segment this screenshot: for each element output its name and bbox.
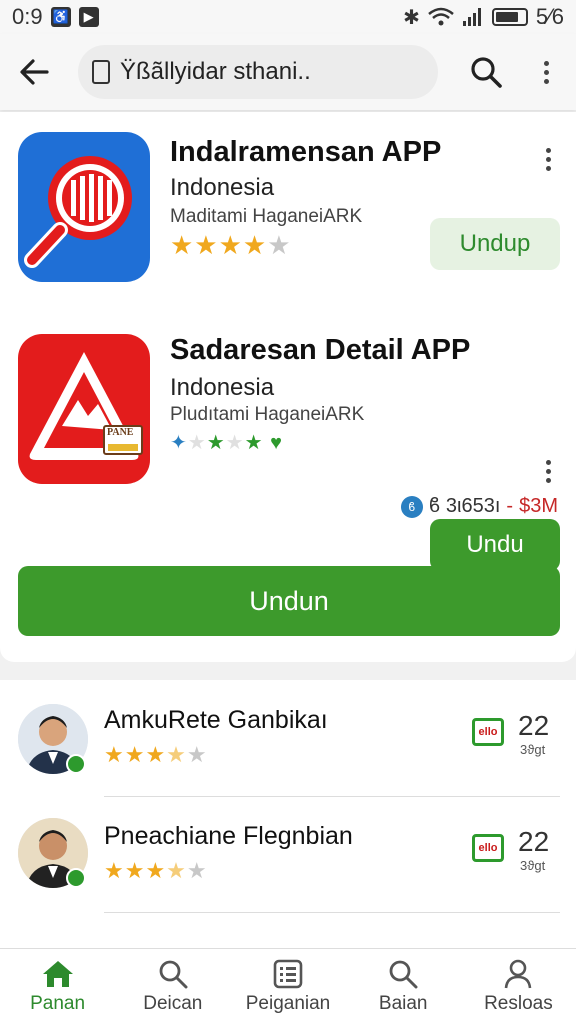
wifi-icon [428, 7, 454, 26]
review-sub: 3ϑgt [520, 742, 546, 757]
price-value: ϐ 3ι653ı [428, 495, 501, 517]
review-count: 22 [518, 710, 550, 741]
app-developer: Pludıtami HaganeiARK [170, 404, 365, 425]
search-field[interactable]: Ÿßãllyidar sthani.. [78, 45, 438, 99]
search-button[interactable] [466, 52, 506, 92]
lock-icon [92, 60, 110, 84]
review-badge: ello [472, 718, 504, 746]
battery-text: 5⁄6 [535, 4, 564, 29]
list-item[interactable]: AmkuRete Ganbikaı ★★★★★ ello 22 3ϑgt [0, 680, 576, 796]
nav-item-search[interactable]: Deican [115, 949, 230, 1024]
app-country: Indonesia [170, 374, 275, 401]
price-amount: $3M [519, 495, 558, 517]
app-developer: Maditami HaganeiARK [170, 206, 363, 227]
download-button[interactable]: Undup [430, 218, 560, 270]
review-name: AmkuRete Ganbikaı [104, 706, 328, 734]
nav-label: Resloas [484, 992, 553, 1014]
price-separator: - [506, 495, 514, 517]
divider [104, 796, 560, 797]
rating-stars: ★★★★★ [170, 230, 292, 260]
nav-label: Peiganian [245, 992, 331, 1014]
app-country: Indonesia [170, 174, 275, 201]
kebab-icon[interactable] [538, 460, 558, 483]
bottom-nav: Panan Deican Peiganian Baian Resloas [0, 948, 576, 1024]
accessibility-icon: ♿ [50, 7, 71, 27]
main-download-button[interactable]: Undun [18, 566, 560, 636]
review-stars: ★★★★★ [104, 742, 208, 767]
signal-icon [462, 8, 481, 26]
review-sub: 3ϑgt [520, 858, 546, 873]
search-icon [471, 57, 502, 88]
nav-label: Deican [143, 992, 203, 1014]
divider [104, 912, 560, 913]
verified-icon: ♥ [270, 432, 283, 454]
search-query: Ÿßãllyidar sthani.. [120, 58, 311, 85]
review-badge: ello [472, 834, 504, 862]
nav-item-home[interactable]: Panan [0, 949, 115, 1024]
status-time: 0:9 [12, 4, 43, 29]
price-row: ϐ ϐ 3ι653ı - $3M [400, 495, 558, 518]
app-title: Indalramensan APP [170, 136, 442, 168]
app-title: Sadaresan Detail APP [170, 334, 471, 366]
kebab-icon[interactable] [538, 148, 558, 171]
status-bar: 0:9 ♿ ▶ ✱ 5⁄6 [0, 0, 576, 34]
review-stars: ★★★★★ [104, 858, 208, 883]
person-icon [505, 959, 532, 988]
list-icon [273, 959, 303, 988]
download-button[interactable]: Undu [430, 519, 560, 571]
app-icon-magnifier [18, 132, 150, 282]
arrow-left-icon [20, 59, 49, 85]
nav-item-profile[interactable]: Resloas [461, 949, 576, 1024]
review-count: 22 [518, 826, 550, 857]
battery-icon [491, 8, 528, 26]
nav-label: Baian [378, 992, 428, 1014]
kebab-icon [536, 60, 556, 84]
search-icon [159, 960, 188, 988]
app-icon-triangle: PANE [18, 334, 150, 484]
nav-item-list[interactable]: Peiganian [230, 949, 345, 1024]
top-bar: Ÿßãllyidar sthani.. [0, 34, 576, 110]
more-options-button[interactable] [526, 52, 566, 92]
play-badge-icon [66, 754, 86, 774]
review-name: Pneachiane Flegnbian [104, 822, 353, 850]
bluetooth-icon: ✱ [403, 6, 420, 29]
status-left: 0:9 ♿ ▶ [12, 4, 99, 30]
back-button[interactable] [14, 52, 54, 92]
play-badge-icon [66, 868, 86, 888]
app-card: Indalramensan APP Indonesia Maditami Hag… [0, 112, 576, 662]
home-icon [42, 960, 73, 987]
status-right: ✱ 5⁄6 [403, 4, 564, 30]
video-icon: ▶ [78, 7, 99, 27]
nav-item-search-2[interactable]: Baian [346, 949, 461, 1024]
search-icon [389, 960, 418, 988]
currency-icon: ϐ [400, 495, 423, 518]
list-item[interactable]: Pneachiane Flegnbian ★★★★★ ello 22 3ϑgt [0, 798, 576, 914]
nav-label: Panan [30, 992, 86, 1014]
review-list: AmkuRete Ganbikaı ★★★★★ ello 22 3ϑgt Pne… [0, 680, 576, 948]
icon-badge-text: PANE [107, 427, 134, 438]
rating-stars: ✦★★★★ ♥ [170, 432, 283, 454]
